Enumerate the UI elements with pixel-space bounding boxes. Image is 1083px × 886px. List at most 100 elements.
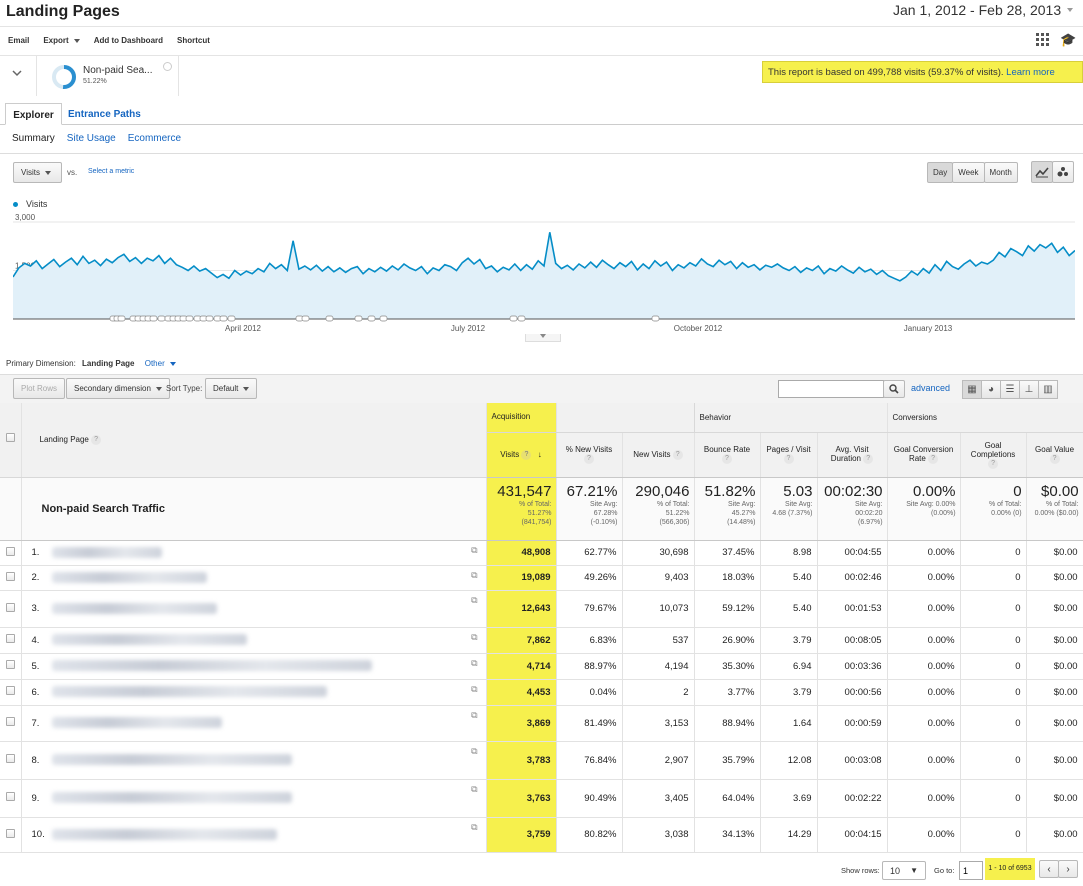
- annotation-marker[interactable]: [149, 315, 158, 322]
- table-row[interactable]: 4. ⧉ 7,862 6.83% 537 26.90% 3.79 00:08:05 0.00% 0…: [0, 627, 1083, 654]
- col-avg-duration[interactable]: Avg. Visit Duration ?: [817, 432, 888, 478]
- other-dimension-link[interactable]: Other: [145, 359, 176, 368]
- table-row[interactable]: 10. ⧉ 3,759 80.82% 3,038 34.13% 14.29 00:04:15 0…: [0, 817, 1083, 853]
- col-pages-visit[interactable]: Pages / Visit?: [760, 432, 818, 478]
- external-link-icon[interactable]: ⧉: [471, 545, 477, 556]
- chart-collapse-handle[interactable]: [525, 334, 561, 342]
- annotation-marker[interactable]: [205, 315, 214, 322]
- grid-icon[interactable]: [1036, 33, 1050, 47]
- external-link-icon[interactable]: ⧉: [471, 570, 477, 581]
- col-new-visits[interactable]: New Visits ?: [622, 432, 695, 478]
- redacted-landing-page[interactable]: [51, 792, 292, 804]
- date-range-picker[interactable]: Jan 1, 2012 - Feb 28, 2013: [893, 0, 1074, 20]
- external-link-icon[interactable]: ⧉: [471, 684, 477, 695]
- help-icon[interactable]: ?: [722, 454, 732, 464]
- annotation-marker[interactable]: [185, 315, 194, 322]
- row-checkbox[interactable]: [5, 686, 15, 695]
- annotation-marker[interactable]: [651, 315, 660, 322]
- help-icon[interactable]: ?: [91, 434, 102, 445]
- sort-desc-icon[interactable]: ↓: [538, 450, 542, 459]
- help-icon[interactable]: ?: [1049, 454, 1060, 464]
- metric-select[interactable]: Visits: [13, 162, 62, 183]
- subtab-summary[interactable]: Summary: [12, 133, 55, 144]
- table-view-icon[interactable]: ▦: [962, 380, 982, 399]
- redacted-landing-page[interactable]: [51, 634, 247, 646]
- shortcut-button[interactable]: Shortcut: [177, 36, 210, 45]
- graduation-cap-icon[interactable]: 🎓: [1060, 32, 1076, 48]
- line-chart-icon[interactable]: [1031, 161, 1053, 183]
- goto-input[interactable]: [959, 861, 983, 880]
- col-goal-completions[interactable]: Goal Completions?: [960, 432, 1027, 478]
- table-row[interactable]: 7. ⧉ 3,869 81.49% 3,153 88.94% 1.64 00:00:59 0.0…: [0, 705, 1083, 742]
- annotation-marker[interactable]: [325, 315, 334, 322]
- annotation-marker[interactable]: [367, 315, 376, 322]
- visits-line-chart[interactable]: 3,0001,500April 2012July 2012October 201…: [13, 212, 1075, 337]
- table-row[interactable]: 3. ⧉ 12,643 79.67% 10,073 59.12% 5.40 00:01:53 0…: [0, 590, 1083, 628]
- external-link-icon[interactable]: ⧉: [471, 710, 477, 721]
- row-checkbox[interactable]: [5, 754, 15, 763]
- pivot-view-icon[interactable]: ▥: [1038, 380, 1058, 399]
- performance-view-icon[interactable]: ☰: [1000, 380, 1020, 399]
- table-row[interactable]: 5. ⧉ 4,714 88.97% 4,194 35.30% 6.94 00:03:36 0.0…: [0, 653, 1083, 680]
- segment-close-icon[interactable]: [163, 62, 172, 71]
- external-link-icon[interactable]: ⧉: [471, 746, 477, 757]
- annotation-marker[interactable]: [517, 315, 526, 322]
- external-link-icon[interactable]: ⧉: [471, 632, 477, 643]
- tab-explorer[interactable]: Explorer: [5, 103, 62, 125]
- comparison-view-icon[interactable]: ⊥: [1019, 380, 1039, 399]
- table-row[interactable]: 8. ⧉ 3,783 76.84% 2,907 35.79% 12.08 00:03:08 0.…: [0, 741, 1083, 780]
- row-checkbox[interactable]: [5, 828, 15, 838]
- redacted-landing-page[interactable]: [51, 686, 327, 698]
- sort-type-select[interactable]: Default: [205, 378, 258, 399]
- help-icon[interactable]: ?: [783, 454, 794, 464]
- col-bounce-rate[interactable]: Bounce Rate?: [694, 432, 761, 478]
- annotation-marker[interactable]: [117, 315, 126, 322]
- annotation-marker[interactable]: [379, 315, 388, 322]
- help-icon[interactable]: ?: [672, 449, 683, 460]
- table-row[interactable]: 2. ⧉ 19,089 49.26% 9,403 18.03% 5.40 00:02:46 0.…: [0, 565, 1083, 591]
- help-icon[interactable]: ?: [988, 458, 999, 469]
- col-goal-conversion[interactable]: Goal Conversion Rate ?: [887, 432, 961, 478]
- row-checkbox[interactable]: [5, 546, 15, 556]
- advanced-filter-link[interactable]: advanced: [911, 383, 950, 393]
- granularity-day[interactable]: Day: [927, 162, 954, 183]
- plot-rows-button[interactable]: Plot Rows: [13, 378, 66, 399]
- col-landing-page[interactable]: Landing Page: [40, 435, 89, 444]
- row-checkbox[interactable]: [5, 792, 15, 801]
- subtab-ecommerce[interactable]: Ecommerce: [128, 133, 181, 144]
- annotation-marker[interactable]: [301, 315, 310, 322]
- table-search-input[interactable]: [778, 380, 884, 398]
- granularity-week[interactable]: Week: [952, 162, 985, 183]
- granularity-month[interactable]: Month: [983, 162, 1018, 183]
- next-page-button[interactable]: ›: [1058, 860, 1078, 878]
- col-goal-value[interactable]: Goal Value?: [1026, 432, 1083, 478]
- table-row[interactable]: 9. ⧉ 3,763 90.49% 3,405 64.04% 3.69 00:02:22 0.0…: [0, 779, 1083, 818]
- external-link-icon[interactable]: ⧉: [471, 784, 477, 795]
- select-all-checkbox[interactable]: [5, 433, 15, 442]
- redacted-landing-page[interactable]: [51, 828, 277, 840]
- tab-entrance-paths[interactable]: Entrance Paths: [68, 109, 141, 120]
- row-checkbox[interactable]: [5, 634, 15, 643]
- table-row[interactable]: 6. ⧉ 4,453 0.04% 2 3.77% 3.79 00:00:56 0.00% 0 $0.…: [0, 679, 1083, 706]
- subtab-site-usage[interactable]: Site Usage: [67, 133, 116, 144]
- search-button[interactable]: [883, 380, 905, 398]
- pie-view-icon[interactable]: ◕: [981, 380, 1001, 399]
- table-row[interactable]: 1. ⧉ 48,908 62.77% 30,698 37.45% 8.98 00:04:55 0…: [0, 540, 1083, 566]
- segment-expand-button[interactable]: [10, 67, 24, 81]
- redacted-landing-page[interactable]: [51, 754, 292, 766]
- help-icon[interactable]: ?: [521, 449, 532, 460]
- learn-more-link[interactable]: Learn more: [1006, 67, 1055, 78]
- annotation-marker[interactable]: [219, 315, 228, 322]
- row-checkbox[interactable]: [5, 660, 15, 669]
- show-rows-select[interactable]: 10 ▼: [882, 861, 926, 880]
- help-icon[interactable]: ?: [928, 454, 939, 464]
- annotation-marker[interactable]: [227, 315, 236, 322]
- external-link-icon[interactable]: ⧉: [471, 822, 477, 833]
- col-visits[interactable]: Visits ? ↓: [486, 432, 557, 478]
- redacted-landing-page[interactable]: [51, 660, 372, 672]
- external-link-icon[interactable]: ⧉: [471, 595, 477, 606]
- secondary-dimension-select[interactable]: Secondary dimension: [66, 378, 170, 399]
- prev-page-button[interactable]: ‹: [1039, 860, 1059, 878]
- annotation-marker[interactable]: [354, 315, 363, 322]
- row-checkbox[interactable]: [5, 602, 15, 612]
